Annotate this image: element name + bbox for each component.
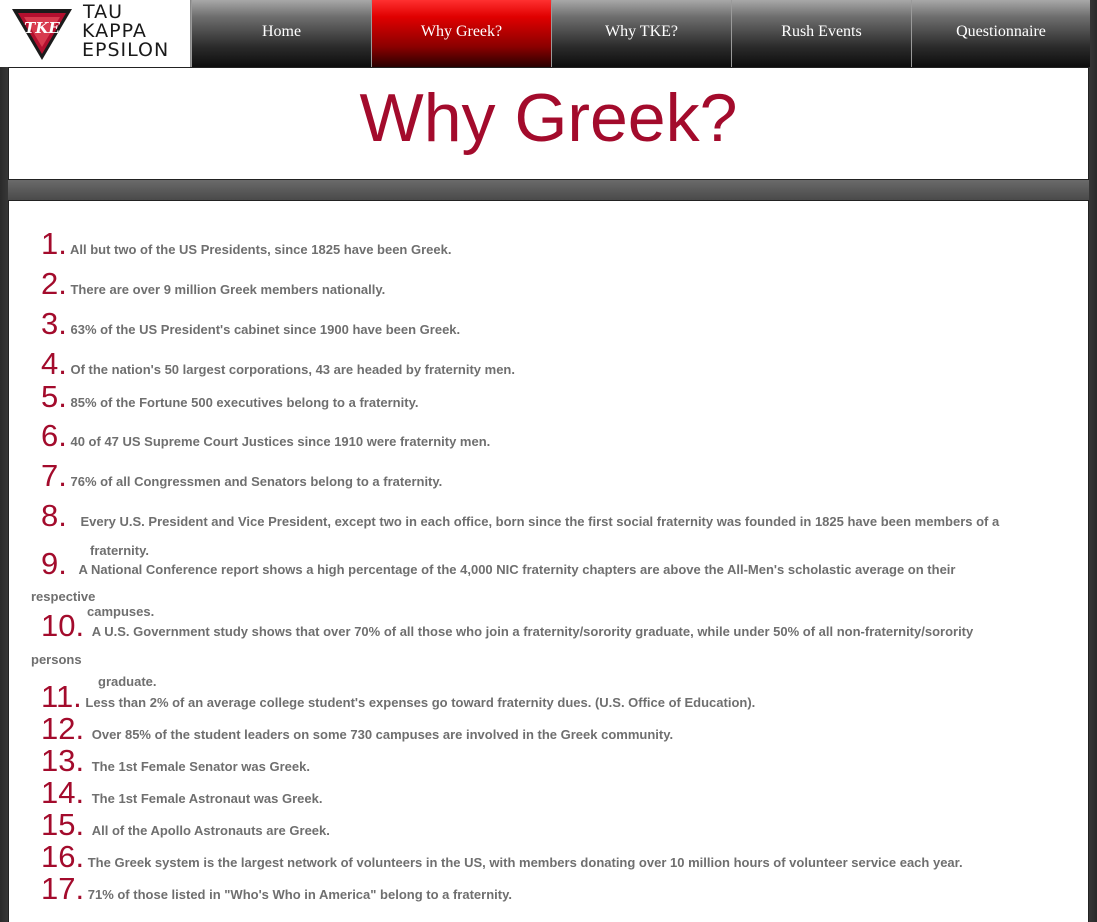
nav-why-greek[interactable]: Why Greek? bbox=[371, 0, 551, 67]
list-item: 6. 40 of 47 US Supreme Court Justices si… bbox=[41, 418, 491, 453]
fact-text: The 1st Female Astronaut was Greek. bbox=[91, 791, 323, 806]
nav-rush-events[interactable]: Rush Events bbox=[731, 0, 911, 67]
fact-number: 15. bbox=[41, 807, 85, 842]
fact-text: 40 of 47 US Supreme Court Justices since… bbox=[70, 434, 491, 449]
fact-number: 13. bbox=[41, 743, 85, 778]
tke-crest-icon: TKE bbox=[12, 9, 72, 60]
fact-number: 2. bbox=[41, 266, 67, 301]
title-panel: Why Greek? bbox=[8, 67, 1089, 180]
fact-continuation: respective bbox=[31, 589, 96, 604]
list-item: 14. The 1st Female Astronaut was Greek. bbox=[41, 775, 323, 810]
fact-number: 6. bbox=[41, 418, 67, 453]
fact-text: Of the nation's 50 largest corporations,… bbox=[70, 362, 515, 377]
fact-text: The 1st Female Senator was Greek. bbox=[91, 759, 310, 774]
fact-number: 9. bbox=[41, 546, 67, 581]
list-item: 15. All of the Apollo Astronauts are Gre… bbox=[41, 807, 330, 842]
fact-text: Every U.S. President and Vice President,… bbox=[80, 514, 1000, 529]
nav-questionnaire[interactable]: Questionnaire bbox=[911, 0, 1090, 67]
fact-number: 3. bbox=[41, 306, 67, 341]
fact-text: 63% of the US President's cabinet since … bbox=[70, 322, 461, 337]
list-item: 9. A National Conference report shows a … bbox=[41, 546, 956, 581]
list-item: 11. Less than 2% of an average college s… bbox=[41, 679, 756, 714]
page: TKE TAU KAPPA EPSILON Home Why Greek? Wh… bbox=[0, 0, 1097, 922]
fact-number: 12. bbox=[41, 711, 85, 746]
list-item: 10. A U.S. Government study shows that o… bbox=[41, 608, 974, 643]
fact-text: All but two of the US Presidents, since … bbox=[70, 242, 452, 257]
list-item: 16. The Greek system is the largest netw… bbox=[41, 839, 963, 874]
list-item: 8. Every U.S. President and Vice Preside… bbox=[41, 498, 1000, 533]
fact-number: 14. bbox=[41, 775, 85, 810]
fact-text: 85% of the Fortune 500 executives belong… bbox=[70, 395, 419, 410]
fact-text: Less than 2% of an average college stude… bbox=[85, 695, 756, 710]
facts-panel: 1. All but two of the US Presidents, sin… bbox=[8, 200, 1089, 922]
fact-number: 17. bbox=[41, 871, 85, 906]
fact-number: 5. bbox=[41, 379, 67, 414]
fact-text: 76% of all Congressmen and Senators belo… bbox=[70, 474, 443, 489]
logo-line: EPSILON bbox=[82, 39, 170, 61]
page-title: Why Greek? bbox=[359, 80, 738, 156]
list-item: 2. There are over 9 million Greek member… bbox=[41, 266, 386, 301]
fact-text: There are over 9 million Greek members n… bbox=[70, 282, 386, 297]
fact-number: 1. bbox=[41, 226, 67, 261]
site-logo[interactable]: TKE TAU KAPPA EPSILON bbox=[0, 0, 191, 67]
fact-text: Over 85% of the student leaders on some … bbox=[91, 727, 674, 742]
fact-number: 7. bbox=[41, 458, 67, 493]
site-header: TKE TAU KAPPA EPSILON Home Why Greek? Wh… bbox=[0, 0, 1091, 67]
fact-number: 10. bbox=[41, 608, 85, 643]
list-item: 17. 71% of those listed in "Who's Who in… bbox=[41, 871, 512, 906]
fact-number: 11. bbox=[41, 679, 82, 714]
logo-mark-text: TKE bbox=[24, 19, 60, 37]
divider-band bbox=[8, 180, 1089, 200]
fact-number: 16. bbox=[41, 839, 85, 874]
list-item: 4. Of the nation's 50 largest corporatio… bbox=[41, 346, 515, 381]
fact-continuation: persons bbox=[31, 652, 82, 667]
fact-number: 4. bbox=[41, 346, 67, 381]
list-item: 12. Over 85% of the student leaders on s… bbox=[41, 711, 674, 746]
main-nav: Home Why Greek? Why TKE? Rush Events Que… bbox=[191, 0, 1090, 67]
list-item: 3. 63% of the US President's cabinet sin… bbox=[41, 306, 461, 341]
nav-home[interactable]: Home bbox=[191, 0, 371, 67]
list-item: 13. The 1st Female Senator was Greek. bbox=[41, 743, 310, 778]
fact-text: The Greek system is the largest network … bbox=[87, 855, 963, 870]
nav-why-tke[interactable]: Why TKE? bbox=[551, 0, 731, 67]
list-item: 7. 76% of all Congressmen and Senators b… bbox=[41, 458, 443, 493]
fact-text: All of the Apollo Astronauts are Greek. bbox=[91, 823, 330, 838]
logo-wordmark: TAU KAPPA EPSILON bbox=[82, 3, 169, 60]
list-item: 5. 85% of the Fortune 500 executives bel… bbox=[41, 379, 419, 414]
fact-number: 8. bbox=[41, 498, 67, 533]
fact-text: A National Conference report shows a hig… bbox=[78, 562, 956, 577]
fact-text: A U.S. Government study shows that over … bbox=[91, 624, 974, 639]
fact-text: 71% of those listed in "Who's Who in Ame… bbox=[87, 887, 512, 902]
list-item: 1. All but two of the US Presidents, sin… bbox=[41, 226, 452, 261]
